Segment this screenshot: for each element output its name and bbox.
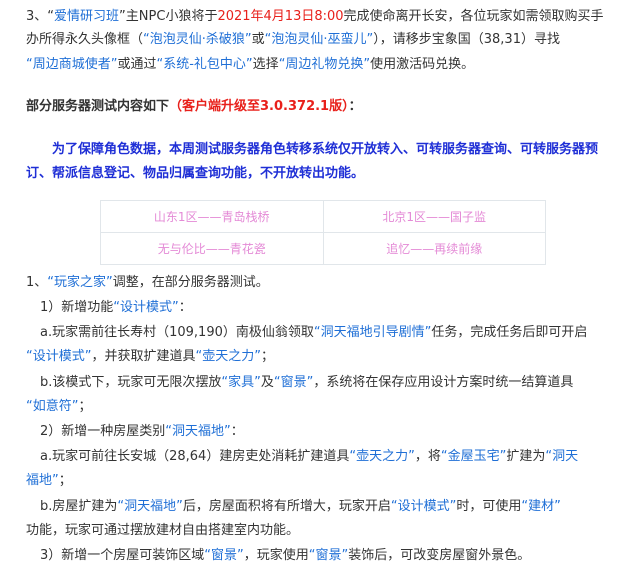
event-name-quote-close: ”: [119, 9, 126, 24]
sub1-heading: 1）新增功能“设计模式”：: [26, 295, 638, 321]
sub2a-line2: 福地”；: [26, 468, 624, 494]
design-mode-term: “设计模式”: [113, 300, 179, 315]
feature-name: “玩家之家”: [47, 275, 113, 290]
text: ，玩家使用: [243, 548, 309, 563]
ruyi-item: “如意符”: [26, 399, 79, 414]
window-view-term: “窗景”: [273, 375, 314, 390]
server-cell: 北京1区——国子监: [322, 200, 546, 233]
text: 3）新增一个房屋可装饰区域: [40, 548, 205, 563]
item1-heading: 1、“玩家之家”调整，在部分服务器测试。: [26, 270, 624, 296]
text: 装饰后，可改变房屋窗外景色。: [348, 548, 531, 563]
text: ，系统将在保存应用设计方案时统一结算道具: [313, 375, 574, 390]
server-cell: 无与伦比——青花瓷: [100, 232, 324, 265]
text: 选择: [252, 57, 279, 72]
sub2b-line1: b.房屋扩建为“洞天福地”后，房屋面积将有所增大，玩家开启“设计模式”时，可使用…: [26, 494, 638, 520]
furniture-term: “家具”: [221, 375, 261, 390]
announcement-page: 3、“爱情研习班”主NPC小狼将于2021年4月13日8:00完成使命离开长安，…: [0, 0, 640, 564]
text: ：: [230, 424, 244, 439]
text: a.玩家可前往长安城（28,64）建房吏处消耗扩建道具: [40, 449, 350, 464]
test-section-title: 部分服务器测试内容如下（客户端升级至3.0.372.1版）：: [26, 94, 624, 120]
text: a.玩家需前往长寿村（109,190）南极仙翁领取: [40, 325, 314, 340]
section-title-text: 部分服务器测试内容如下: [26, 99, 170, 114]
text: ：: [348, 99, 362, 114]
event-name: 爱情研习班: [54, 9, 120, 24]
text: 办所得永久头像框（: [26, 32, 144, 47]
text: 后，房屋面积将有所增大，玩家开启: [182, 499, 391, 514]
text: ），请移步宝象国（38,31）寻找: [373, 32, 560, 47]
text: 扩建为: [506, 449, 546, 464]
text: b.该模式下，玩家可无限次摆放: [40, 375, 222, 390]
sub3-line1: 3）新增一个房屋可装饰区域“窗景”，玩家使用“窗景”装饰后，可改变房屋窗外景色。: [26, 543, 638, 569]
sub2b-line2: 功能，玩家可通过摆放建材自由搭建室内功能。: [26, 518, 624, 544]
text: 调整，在部分服务器测试。: [112, 275, 269, 290]
text: ，将: [414, 449, 441, 464]
server-cell: 追忆——再续前缘: [322, 232, 546, 265]
design-mode-term: “设计模式”: [390, 499, 457, 514]
para3-line3: “周边商城使者”或通过“系统-礼包中心”选择“周边礼物兑换”使用激活码兑换。: [26, 52, 624, 78]
window-view-term: “窗景”: [308, 548, 349, 563]
avatar-frame-1: “泡泡灵仙·杀破狼”: [143, 32, 252, 47]
sub1a-line1: a.玩家需前往长寿村（109,190）南极仙翁领取“洞天福地引导剧情”任务，完成…: [26, 320, 638, 346]
client-version: （客户端升级至3.0.372.1版）: [169, 99, 349, 114]
sub1b-line1: b.该模式下，玩家可无限次摆放“家具”及“窗景”，系统将在保存应用设计方案时统一…: [26, 370, 638, 396]
design-mode-term: “设计模式”: [26, 349, 92, 364]
house-type: “洞天: [545, 449, 579, 464]
table-row: 无与伦比——青花瓷 追忆——再续前缘: [100, 232, 546, 265]
gift-option: “周边礼物兑换”: [278, 57, 371, 72]
para3-line2: 办所得永久头像框（“泡泡灵仙·杀破狼”或“泡泡灵仙·巫蛮儿”），请移步宝象国（3…: [26, 27, 624, 53]
house-type: “洞天福地”: [117, 499, 183, 514]
system-link: “系统-礼包中心”: [156, 57, 253, 72]
sub1b-line2: “如意符”；: [26, 394, 624, 420]
text: 1）新增功能: [40, 300, 114, 315]
text: ：: [178, 300, 192, 315]
text: 2）新增一种房屋类别: [40, 424, 166, 439]
test-servers-table: 山东1区——青岛栈桥 北京1区——国子监 无与伦比——青花瓷 追忆——再续前缘: [100, 200, 546, 265]
table-row: 山东1区——青岛栈桥 北京1区——国子监: [100, 200, 546, 233]
text: ；: [260, 349, 274, 364]
sub2-heading: 2）新增一种房屋类别“洞天福地”：: [26, 419, 638, 445]
text: 或: [251, 32, 265, 47]
text: 时，可使用: [456, 499, 522, 514]
event-date: 2021年4月13日8:00: [217, 9, 344, 24]
notice-line1: 为了保障角色数据，本周测试服务器角色转移系统仅开放转入、可转服务器查询、可转服务…: [52, 142, 599, 157]
npc-name: “周边商城使者”: [26, 57, 118, 72]
text: 任务，完成任务后即可开启: [431, 325, 588, 340]
house-type: 福地”: [26, 473, 59, 488]
sub2a-line1: a.玩家可前往长安城（28,64）建房吏处消耗扩建道具“壶天之力”，将“金屋玉宅…: [26, 444, 638, 470]
item-number: 3、: [26, 9, 48, 24]
text: ；: [58, 473, 72, 488]
window-view-term: “窗景”: [204, 548, 244, 563]
quest-name: “洞天福地引导剧情”: [313, 325, 432, 340]
text: 及: [260, 375, 274, 390]
server-cell: 山东1区——青岛栈桥: [100, 200, 324, 233]
expansion-tool: “壶天之力”: [195, 349, 261, 364]
sub1a-line2: “设计模式”，并获取扩建道具“壶天之力”；: [26, 344, 624, 370]
text: b.房屋扩建为: [40, 499, 118, 514]
house-type: “洞天福地”: [165, 424, 231, 439]
text: 主NPC小狼将于: [125, 9, 218, 24]
avatar-frame-2: “泡泡灵仙·巫蛮儿”: [264, 32, 374, 47]
notice-line2: 订、帮派信息登记、物品归属查询功能，不开放转出功能。: [26, 166, 365, 181]
house-name: “金屋玉宅”: [440, 449, 507, 464]
expansion-tool: “壶天之力”: [349, 449, 415, 464]
text: ；: [78, 399, 92, 414]
material-term: “建材”: [521, 499, 561, 514]
item-number: 1、: [26, 275, 48, 290]
text: 完成使命离开长安，各位玩家如需领取购买手: [343, 9, 604, 24]
text: 使用激活码兑换。: [370, 57, 475, 72]
text: 或通过: [117, 57, 157, 72]
text: ，并获取扩建道具: [91, 349, 196, 364]
text: 功能，玩家可通过摆放建材自由搭建室内功能。: [26, 523, 300, 538]
